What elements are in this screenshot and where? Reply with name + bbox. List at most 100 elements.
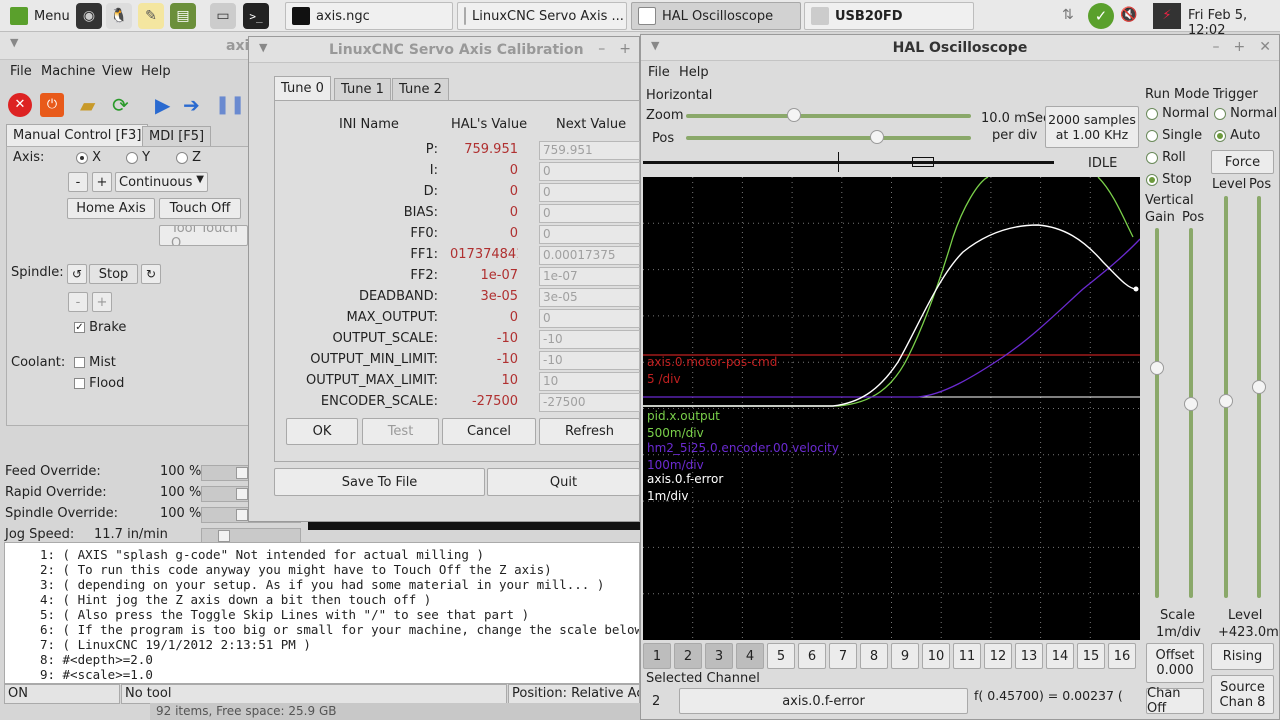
channel-button-1[interactable]: 1 bbox=[643, 643, 671, 669]
spindle-ccw-icon[interactable]: ↺ bbox=[67, 264, 87, 284]
home-axis-button[interactable]: Home Axis bbox=[67, 198, 155, 219]
run-icon[interactable]: ▶ bbox=[155, 93, 179, 117]
trigger-source-button[interactable]: Source Chan 8 bbox=[1211, 675, 1274, 714]
rising-button[interactable]: Rising bbox=[1211, 643, 1274, 670]
pos-slider-track[interactable] bbox=[686, 136, 971, 140]
menu-button[interactable]: Menu bbox=[2, 2, 78, 30]
maximize-icon[interactable]: + bbox=[619, 41, 631, 57]
next-value-field[interactable]: -10 bbox=[539, 330, 640, 349]
next-value-field[interactable]: 1e-07 bbox=[539, 267, 640, 286]
offset-button[interactable]: Offset 0.000 bbox=[1146, 643, 1204, 683]
task-axis[interactable]: axis.ngc bbox=[285, 2, 453, 30]
maximize-icon[interactable]: + bbox=[1234, 39, 1246, 55]
open-file-icon[interactable]: ▰ bbox=[80, 93, 104, 117]
refresh-button[interactable]: Refresh bbox=[539, 418, 640, 445]
channel-button-5[interactable]: 5 bbox=[767, 643, 795, 669]
window-menu-icon[interactable]: ▼ bbox=[259, 41, 267, 54]
estop-icon[interactable]: ✕ bbox=[8, 93, 32, 117]
override-slider-handle[interactable] bbox=[218, 530, 230, 542]
next-value-field[interactable]: -10 bbox=[539, 351, 640, 370]
trigger-normal[interactable]: Normal bbox=[1214, 106, 1277, 121]
system-monitor-icon[interactable]: ▤ bbox=[170, 3, 196, 29]
tab-tune-2[interactable]: Tune 2 bbox=[392, 78, 449, 100]
override-slider-handle[interactable] bbox=[236, 467, 248, 479]
next-value-field[interactable]: 0 bbox=[539, 309, 640, 328]
vertical-pos-slider-handle[interactable] bbox=[1184, 397, 1198, 411]
tab-tune-0[interactable]: Tune 0 bbox=[274, 76, 331, 100]
gain-slider-track[interactable] bbox=[1155, 228, 1159, 598]
axis-radio-x[interactable]: X bbox=[76, 150, 101, 165]
reload-icon[interactable]: ⟳ bbox=[112, 93, 136, 117]
spindle-slower-button[interactable]: - bbox=[68, 292, 88, 312]
channel-button-7[interactable]: 7 bbox=[829, 643, 857, 669]
scope-menu-help[interactable]: Help bbox=[679, 65, 709, 80]
channel-button-11[interactable]: 11 bbox=[953, 643, 981, 669]
channel-button-4[interactable]: 4 bbox=[736, 643, 764, 669]
save-to-file-button[interactable]: Save To File bbox=[274, 468, 485, 496]
override-slider-handle[interactable] bbox=[236, 509, 248, 521]
channel-button-10[interactable]: 10 bbox=[922, 643, 950, 669]
scope-menu-file[interactable]: File bbox=[648, 65, 670, 80]
tab-manual-control[interactable]: Manual Control [F3] bbox=[6, 124, 149, 146]
sample-rate-button[interactable]: 2000 samples at 1.00 KHz bbox=[1045, 106, 1139, 148]
next-value-field[interactable]: -27500 bbox=[539, 393, 640, 412]
channel-button-8[interactable]: 8 bbox=[860, 643, 888, 669]
next-value-field[interactable]: 0.00017375 bbox=[539, 246, 640, 265]
machine-power-icon[interactable]: ⏻ bbox=[40, 93, 64, 117]
tool-touch-off-button[interactable]: Tool Touch O bbox=[159, 225, 248, 246]
step-icon[interactable]: ➔ bbox=[183, 93, 207, 117]
jog-plus-button[interactable]: + bbox=[92, 172, 112, 192]
power-icon[interactable]: ⚡ bbox=[1153, 3, 1181, 29]
flood-checkbox[interactable]: Flood bbox=[74, 376, 124, 391]
next-value-field[interactable]: 0 bbox=[539, 162, 640, 181]
run-mode-normal[interactable]: Normal bbox=[1146, 106, 1209, 121]
media-player-icon[interactable]: ◉ bbox=[76, 3, 102, 29]
brake-checkbox[interactable]: ✓ Brake bbox=[74, 320, 126, 335]
axis-radio-y[interactable]: Y bbox=[126, 150, 150, 165]
network-icon[interactable]: ⇅ bbox=[1062, 7, 1074, 23]
next-value-field[interactable]: 0 bbox=[539, 225, 640, 244]
menu-view[interactable]: View bbox=[102, 64, 133, 79]
chan-off-button[interactable]: Chan Off bbox=[1146, 686, 1204, 716]
spindle-faster-button[interactable]: + bbox=[92, 292, 112, 312]
channel-button-2[interactable]: 2 bbox=[674, 643, 702, 669]
next-value-field[interactable]: 759.951 bbox=[539, 141, 640, 160]
menu-machine[interactable]: Machine bbox=[41, 64, 95, 79]
tab-mdi[interactable]: MDI [F5] bbox=[142, 126, 212, 146]
window-menu-icon[interactable]: ▼ bbox=[10, 36, 18, 49]
spindle-stop-button[interactable]: Stop bbox=[89, 264, 138, 284]
task-calibration[interactable]: LinuxCNC Servo Axis ... bbox=[457, 2, 627, 30]
gcode-listing[interactable]: 1: ( AXIS "splash g-code" Not intended f… bbox=[4, 542, 640, 684]
trigger-pos-slider-handle[interactable] bbox=[1252, 380, 1266, 394]
next-value-field[interactable]: 10 bbox=[539, 372, 640, 391]
pause-icon[interactable]: ❚❚ bbox=[215, 93, 245, 117]
terminal-icon[interactable]: >_ bbox=[243, 3, 269, 29]
zoom-slider-track[interactable] bbox=[686, 114, 971, 118]
close-icon[interactable]: ✕ bbox=[1259, 39, 1271, 55]
selected-channel-name[interactable]: axis.0.f-error bbox=[679, 688, 968, 714]
channel-button-9[interactable]: 9 bbox=[891, 643, 919, 669]
minimize-icon[interactable]: – bbox=[598, 41, 605, 57]
menu-file[interactable]: File bbox=[10, 64, 32, 79]
gain-slider-handle[interactable] bbox=[1150, 361, 1164, 375]
next-value-field[interactable]: 0 bbox=[539, 204, 640, 223]
tab-tune-1[interactable]: Tune 1 bbox=[334, 78, 391, 100]
update-shield-icon[interactable]: ✓ bbox=[1088, 3, 1114, 29]
menu-help[interactable]: Help bbox=[141, 64, 171, 79]
text-editor-icon[interactable]: ✎ bbox=[138, 3, 164, 29]
trigger-auto[interactable]: Auto bbox=[1214, 128, 1260, 143]
ok-button[interactable]: OK bbox=[286, 418, 358, 445]
level-slider-handle[interactable] bbox=[1219, 394, 1233, 408]
override-slider-handle[interactable] bbox=[236, 488, 248, 500]
force-trigger-button[interactable]: Force bbox=[1211, 150, 1274, 174]
run-mode-roll[interactable]: Roll bbox=[1146, 150, 1186, 165]
test-button[interactable]: Test bbox=[362, 418, 439, 445]
trigger-pos-slider-track[interactable] bbox=[1257, 196, 1261, 598]
channel-button-15[interactable]: 15 bbox=[1077, 643, 1105, 669]
channel-button-12[interactable]: 12 bbox=[984, 643, 1012, 669]
channel-button-13[interactable]: 13 bbox=[1015, 643, 1043, 669]
quit-button[interactable]: Quit bbox=[487, 468, 640, 496]
jog-mode-select[interactable]: Continuous ▼ bbox=[115, 172, 208, 192]
channel-button-14[interactable]: 14 bbox=[1046, 643, 1074, 669]
task-usb[interactable]: USB20FD bbox=[804, 2, 974, 30]
